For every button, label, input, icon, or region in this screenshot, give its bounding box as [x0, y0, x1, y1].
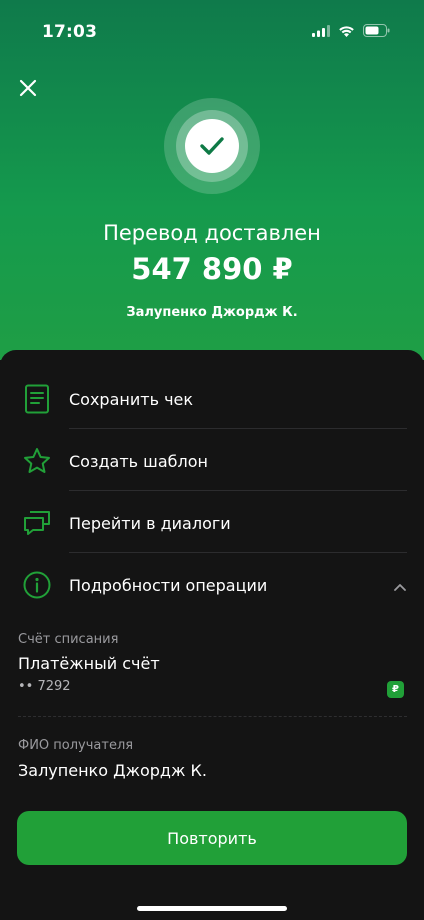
divider: [18, 716, 407, 717]
star-icon: [22, 446, 52, 476]
status-time: 17:03: [42, 22, 98, 42]
create-template-action[interactable]: Создать шаблон: [0, 430, 424, 492]
ruble-currency-icon: ₽: [387, 681, 404, 698]
close-button[interactable]: [14, 74, 42, 102]
status-icons: [312, 24, 390, 37]
debit-account-number: •• 7292: [18, 679, 71, 694]
transfer-status-title: Перевод доставлен: [103, 221, 321, 245]
divider: [69, 552, 407, 553]
action-label: Создать шаблон: [69, 451, 208, 471]
status-bar: 17:03: [0, 0, 424, 60]
close-icon: [19, 79, 37, 97]
home-indicator: [137, 906, 287, 911]
chevron-up-icon: [394, 576, 406, 595]
go-to-dialogs-action[interactable]: Перейти в диалоги: [0, 492, 424, 554]
action-label: Перейти в диалоги: [69, 513, 231, 533]
recipient-value: Залупенко Джордж К.: [18, 761, 207, 780]
info-icon: [22, 570, 52, 600]
save-receipt-action[interactable]: Сохранить чек: [0, 368, 424, 430]
wifi-icon: [339, 25, 354, 37]
recipient-name: Залупенко Джордж К.: [126, 305, 298, 320]
battery-icon: [363, 24, 390, 37]
transfer-amount: 547 890 ₽: [131, 252, 293, 286]
chat-icon: [22, 508, 52, 538]
signal-icon: [312, 24, 330, 37]
debit-account-value: Платёжный счёт: [18, 654, 160, 673]
debit-account-label: Счёт списания: [18, 632, 119, 647]
action-label: Сохранить чек: [69, 389, 194, 409]
receipt-icon: [22, 384, 52, 414]
checkmark-icon: [200, 137, 224, 155]
repeat-button[interactable]: Повторить: [17, 811, 407, 865]
operation-details-toggle[interactable]: Подробности операции: [0, 554, 424, 616]
recipient-label: ФИО получателя: [18, 738, 134, 753]
divider: [69, 490, 407, 491]
action-label: Подробности операции: [69, 575, 268, 595]
divider: [69, 428, 407, 429]
success-badge: [164, 98, 260, 194]
